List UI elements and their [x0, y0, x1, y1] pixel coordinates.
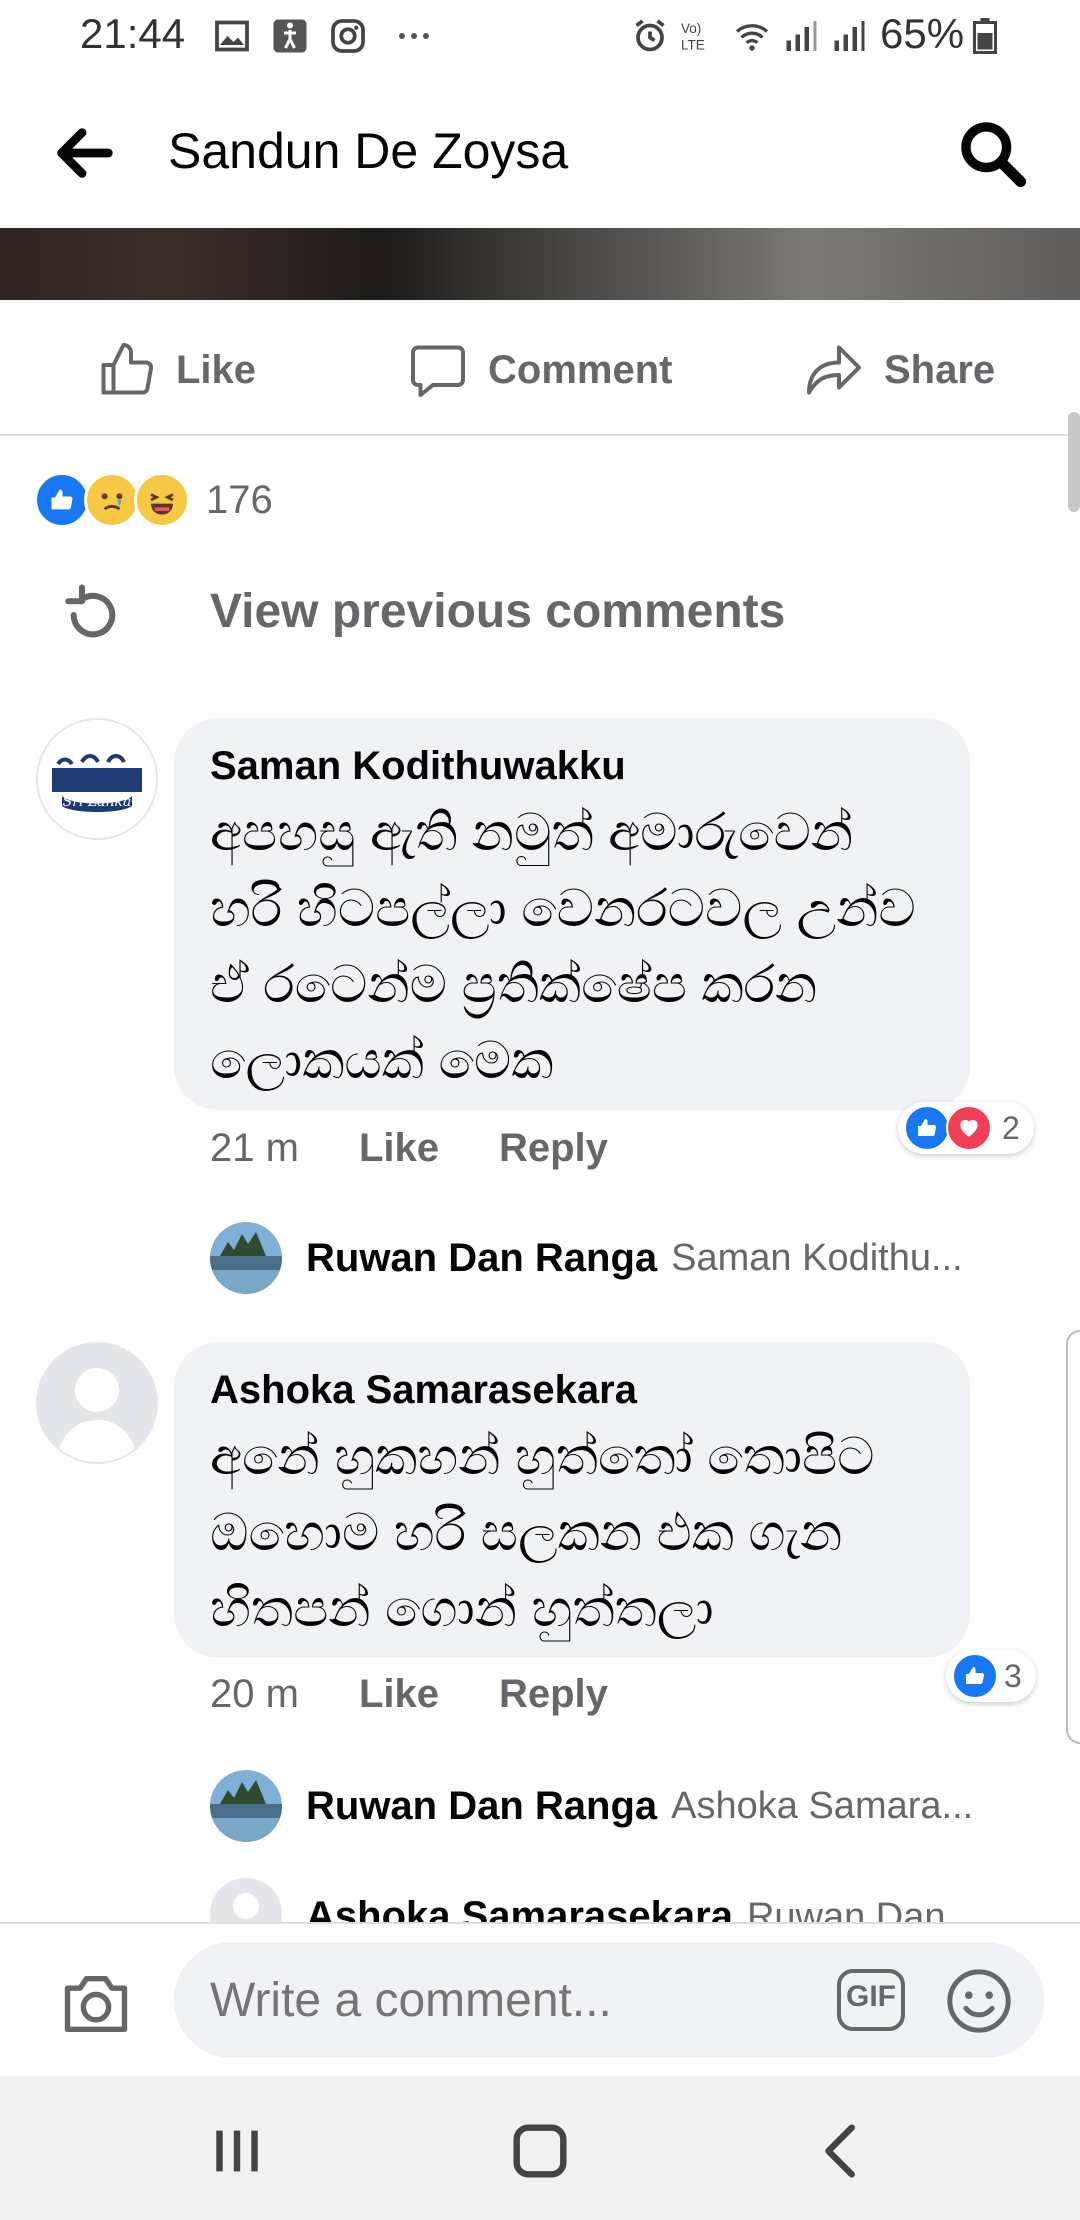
comment-text: අනේ හුකහන් හුත්තෝ තොපිට ඔහොම හරි සලකන එක… — [210, 1419, 934, 1647]
like-button[interactable]: Like — [96, 340, 256, 400]
search-icon[interactable] — [955, 116, 1030, 191]
signal-icon — [834, 21, 865, 51]
back-icon[interactable] — [808, 2116, 878, 2186]
comment-author[interactable]: Saman Kodithuwakku — [210, 744, 934, 789]
reaction-summary[interactable]: 176 — [34, 472, 273, 528]
comment-composer: GIF — [0, 1922, 1080, 2078]
home-icon[interactable] — [505, 2116, 575, 2186]
comment-reply-button[interactable]: Reply — [499, 1126, 608, 1171]
battery-percent: 65% — [880, 10, 965, 57]
edge-panel-handle[interactable] — [1066, 1330, 1080, 1744]
svg-text:Vo): Vo) — [681, 21, 701, 36]
app-header: Sandun De Zoysa — [0, 78, 1080, 228]
comment-line: අනේ හුකහන් හුත්තෝ තොපිට — [210, 1428, 875, 1486]
post-video-thumbnail[interactable] — [0, 228, 1080, 300]
thumbs-up-icon — [101, 343, 154, 395]
avatar-logo-text: Sri Lanka — [63, 794, 132, 810]
comment-line: හරි හිටපල්ලා වෙනරටවල උන්ව — [210, 880, 916, 938]
refresh-icon — [65, 584, 116, 638]
comment-label: Comment — [488, 347, 673, 392]
avatar — [210, 1878, 282, 1922]
sad-reaction-icon — [84, 472, 140, 528]
like-reaction-icon — [34, 472, 90, 528]
signal-icon — [786, 21, 817, 51]
like-label: Like — [176, 347, 257, 392]
volte-icon: Vo) LTE — [681, 21, 705, 53]
comment-meta: 21 m Like Reply — [210, 1120, 608, 1176]
comment-line: ඔහොම හරි සලකන එක ගැන — [210, 1504, 843, 1562]
like-reaction-icon — [952, 1653, 998, 1699]
recent-apps-icon[interactable] — [202, 2116, 272, 2186]
sri-lanka-logo-avatar: Sri Lanka — [38, 720, 156, 838]
reply-author: Ashoka Samarasekara — [306, 1894, 733, 1922]
back-arrow-icon[interactable] — [50, 118, 120, 188]
accessibility-icon — [273, 19, 307, 53]
post-action-bar: Like Comment Share — [0, 300, 1080, 436]
like-reaction-icon — [904, 1105, 950, 1151]
system-nav-bar — [0, 2076, 1080, 2220]
avatar[interactable] — [36, 1342, 158, 1464]
reply-preview-text: Saman Kodithu... — [671, 1236, 963, 1279]
reply-author: Ruwan Dan Ranga — [306, 1235, 658, 1280]
comment-line: ඒ රටෙන්ම ප්‍රතික්ෂේප කරන — [210, 956, 818, 1014]
comment-reaction-count: 2 — [1002, 1109, 1020, 1146]
status-time: 21:44 — [80, 10, 186, 57]
share-button[interactable]: Share — [804, 340, 995, 400]
instagram-icon — [331, 19, 365, 53]
reply-author: Ruwan Dan Ranga — [306, 1783, 658, 1828]
avatar[interactable]: Sri Lanka — [36, 718, 158, 840]
page-title: Sandun De Zoysa — [168, 123, 569, 179]
status-bar: 21:44 Vo) LTE 65% — [0, 0, 1080, 78]
comment-text: අපහසු ඇති නමුත් අමාරුවෙන් හරි හිටපල්ලා ව… — [210, 795, 934, 1099]
gif-label: GIF — [846, 1980, 896, 2013]
comment-time: 21 m — [210, 1125, 299, 1170]
comment-like-button[interactable]: Like — [359, 1672, 439, 1717]
view-previous-label: View previous comments — [210, 585, 786, 638]
comment-line: ලොකයක් මෙක — [210, 1032, 554, 1090]
comment-reply-button[interactable]: Reply — [499, 1672, 608, 1717]
reply-preview-row[interactable]: Ruwan Dan Ranga Saman Kodithu... — [210, 1222, 963, 1294]
avatar — [210, 1770, 282, 1842]
comment-bubble-icon — [411, 345, 465, 397]
battery-icon — [973, 18, 997, 54]
comment-author[interactable]: Ashoka Samarasekara — [210, 1368, 934, 1413]
comment-bubble[interactable]: Ashoka Samarasekara අනේ හුකහන් හුත්තෝ තො… — [174, 1342, 970, 1658]
default-profile-icon — [38, 1344, 156, 1462]
comment-button[interactable]: Comment — [408, 340, 672, 400]
camera-icon[interactable] — [56, 1966, 136, 2042]
comment-input[interactable] — [174, 1942, 1044, 2058]
emoji-icon[interactable] — [944, 1966, 1014, 2036]
scrollbar[interactable] — [1068, 412, 1080, 512]
comment-meta: 20 m Like Reply — [210, 1666, 608, 1722]
view-previous-comments[interactable]: View previous comments — [60, 580, 785, 650]
reply-preview-row[interactable]: Ruwan Dan Ranga Ashoka Samara... — [210, 1770, 973, 1842]
reaction-count: 176 — [206, 477, 273, 522]
alarm-icon — [635, 19, 665, 52]
avatar — [210, 1222, 282, 1294]
svg-text:LTE: LTE — [681, 38, 705, 53]
reply-preview-text: Ashoka Samara... — [671, 1784, 974, 1827]
comment-line: හිතපන් ගොන් හුත්තලා — [210, 1580, 714, 1638]
image-icon — [215, 20, 249, 52]
share-label: Share — [884, 347, 996, 392]
comment-like-button[interactable]: Like — [359, 1126, 439, 1171]
wifi-icon — [735, 24, 769, 51]
more-dots-icon — [399, 33, 429, 39]
reply-preview-text: Ruwan Dan... — [746, 1896, 978, 1922]
comment-bubble[interactable]: Saman Kodithuwakku අපහසු ඇති නමුත් අමාරු… — [174, 718, 970, 1110]
haha-reaction-icon — [134, 472, 190, 528]
comment-time: 20 m — [210, 1671, 299, 1716]
share-arrow-icon — [807, 345, 861, 395]
comment-line: අපහසු ඇති නමුත් අමාරුවෙන් — [210, 804, 854, 862]
comment-reaction-badge[interactable]: 3 — [946, 1650, 1036, 1702]
love-reaction-icon — [946, 1105, 992, 1151]
comment-reaction-badge[interactable]: 2 — [898, 1102, 1034, 1154]
comment-reaction-count: 3 — [1004, 1657, 1022, 1694]
reply-preview-row[interactable]: Ashoka Samarasekara Ruwan Dan... — [210, 1878, 977, 1922]
gif-button[interactable]: GIF — [836, 1968, 906, 2032]
